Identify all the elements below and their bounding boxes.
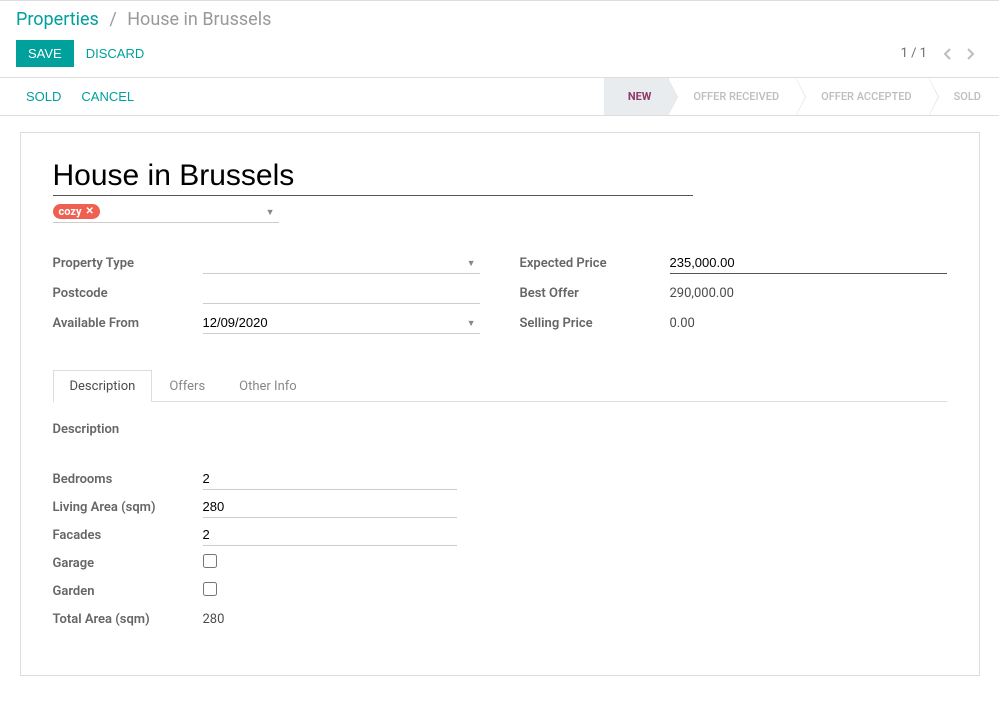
cancel-action-button[interactable]: CANCEL xyxy=(71,83,144,110)
tags-field[interactable]: cozy ✕ ▼ xyxy=(53,204,279,223)
breadcrumb-current: House in Brussels xyxy=(127,9,271,30)
status-step-offer-accepted[interactable]: OFFER ACCEPTED xyxy=(797,78,929,115)
bedrooms-label: Bedrooms xyxy=(53,472,203,487)
sold-action-button[interactable]: SOLD xyxy=(16,83,71,110)
tab-offers[interactable]: Offers xyxy=(152,370,222,402)
tab-content-description: Description Bedrooms Living Area (sqm) F… xyxy=(53,402,947,631)
expected-price-input[interactable] xyxy=(670,252,947,274)
tab-description[interactable]: Description xyxy=(53,370,153,402)
selling-price-value: 0.00 xyxy=(670,313,947,334)
tabs: Description Offers Other Info xyxy=(53,369,947,402)
facades-label: Facades xyxy=(53,528,203,543)
breadcrumb-sep: / xyxy=(109,9,116,30)
available-from-label: Available From xyxy=(53,316,203,331)
breadcrumb-root[interactable]: Properties xyxy=(16,9,99,30)
living-area-input[interactable] xyxy=(203,496,457,518)
facades-input[interactable] xyxy=(203,524,457,546)
discard-button[interactable]: DISCARD xyxy=(74,40,157,67)
status-step-sold[interactable]: SOLD xyxy=(930,78,999,115)
breadcrumb: Properties / House in Brussels xyxy=(0,1,999,34)
chevron-left-icon xyxy=(943,48,951,60)
control-bar: SAVE DISCARD 1 / 1 xyxy=(0,34,999,78)
postcode-input[interactable] xyxy=(203,282,480,304)
status-step-new[interactable]: NEW xyxy=(604,78,670,115)
status-steps: NEW OFFER RECEIVED OFFER ACCEPTED SOLD xyxy=(604,78,999,115)
pager-text: 1 / 1 xyxy=(901,46,927,61)
description-heading: Description xyxy=(53,422,947,437)
pager-next-button[interactable] xyxy=(959,42,983,66)
tag-remove-icon[interactable]: ✕ xyxy=(86,206,94,217)
best-offer-value: 290,000.00 xyxy=(670,283,947,304)
postcode-label: Postcode xyxy=(53,286,203,301)
best-offer-label: Best Offer xyxy=(520,286,670,301)
living-area-label: Living Area (sqm) xyxy=(53,500,203,515)
expected-price-label: Expected Price xyxy=(520,256,670,271)
property-type-label: Property Type xyxy=(53,256,203,271)
status-bar: SOLD CANCEL NEW OFFER RECEIVED OFFER ACC… xyxy=(0,78,999,116)
chevron-right-icon xyxy=(967,48,975,60)
pager: 1 / 1 xyxy=(901,42,983,66)
tab-other-info[interactable]: Other Info xyxy=(222,370,314,402)
selling-price-label: Selling Price xyxy=(520,316,670,331)
record-name-input[interactable] xyxy=(53,157,693,196)
save-button[interactable]: SAVE xyxy=(16,40,74,67)
garage-label: Garage xyxy=(53,556,203,571)
available-from-input[interactable] xyxy=(203,312,480,334)
form-sheet: cozy ✕ ▼ Property Type ▼ Postcode xyxy=(20,132,980,676)
total-area-label: Total Area (sqm) xyxy=(53,612,203,627)
property-type-input[interactable] xyxy=(203,252,480,274)
pager-prev-button[interactable] xyxy=(935,42,959,66)
garage-checkbox[interactable] xyxy=(203,554,217,568)
dropdown-caret-icon: ▼ xyxy=(266,207,275,218)
bedrooms-input[interactable] xyxy=(203,468,457,490)
tag-cozy: cozy ✕ xyxy=(53,204,100,219)
total-area-value: 280 xyxy=(203,612,457,627)
status-step-offer-received[interactable]: OFFER RECEIVED xyxy=(669,78,797,115)
garden-checkbox[interactable] xyxy=(203,582,217,596)
garden-label: Garden xyxy=(53,584,203,599)
